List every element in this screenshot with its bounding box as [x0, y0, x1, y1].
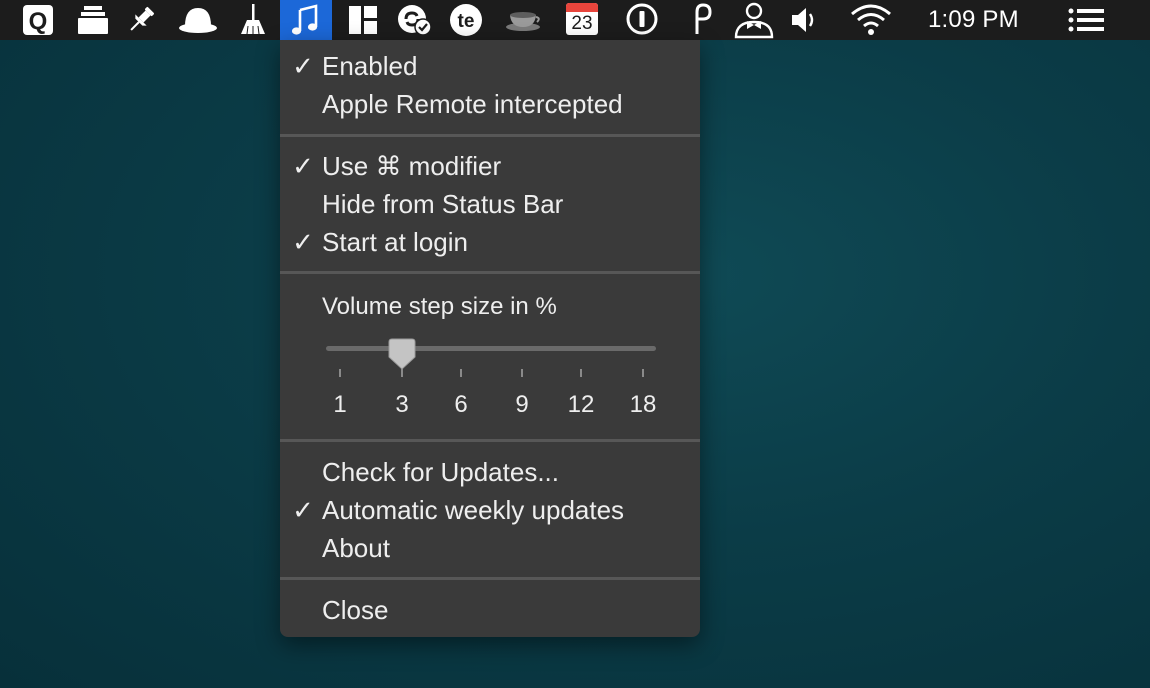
slider-tick	[521, 369, 523, 377]
menu-item-apple-remote[interactable]: Apple Remote intercepted	[280, 85, 700, 123]
broom-icon[interactable]	[236, 0, 270, 40]
menu-item-hide-status-bar[interactable]: Hide from Status Bar	[280, 185, 700, 223]
menu-item-label: Check for Updates...	[322, 457, 559, 487]
checkmark-icon: ✓	[292, 495, 314, 525]
slider-tick-label: 18	[629, 391, 657, 418]
menu-item-label: Apple Remote intercepted	[322, 89, 623, 119]
quicksilver-icon[interactable]: Q	[20, 0, 56, 40]
menu-item-close[interactable]: Close	[280, 591, 700, 629]
menu-bar-clock[interactable]: 1:09 PM	[928, 0, 1019, 40]
menu-item-check-updates[interactable]: Check for Updates...	[280, 453, 700, 491]
layout-icon[interactable]	[345, 0, 381, 40]
pin-icon[interactable]	[124, 0, 158, 40]
slider-tick-label: 6	[454, 391, 468, 418]
info-circle-icon[interactable]	[624, 0, 660, 40]
list-icon[interactable]	[1064, 0, 1108, 40]
menu-item-weekly-updates[interactable]: ✓ Automatic weekly updates	[280, 491, 700, 529]
volume-step-slider-thumb[interactable]	[387, 337, 417, 371]
svg-text:te: te	[458, 11, 475, 32]
checkmark-icon: ✓	[292, 51, 314, 81]
menu-item-use-modifier[interactable]: ✓ Use ⌘ modifier	[280, 147, 700, 185]
calendar-day: 23	[571, 13, 593, 34]
svg-text:Q: Q	[29, 8, 48, 35]
slider-tick	[642, 369, 644, 377]
calendar-icon[interactable]: 23	[564, 0, 600, 40]
menu-item-label: Hide from Status Bar	[322, 189, 564, 219]
slider-tick	[580, 369, 582, 377]
coffee-cup-icon[interactable]	[500, 0, 546, 40]
slider-tick-label: 3	[395, 391, 409, 418]
slider-tick	[460, 369, 462, 377]
menu-separator	[280, 271, 700, 274]
menu-separator	[280, 439, 700, 442]
p-icon[interactable]	[688, 0, 716, 40]
slider-tick-label: 9	[515, 391, 529, 418]
music-note-icon[interactable]	[280, 0, 332, 40]
menu-item-label: Close	[322, 595, 389, 625]
menu-bar: Q te 23 1:09 PM	[0, 0, 1150, 40]
stack-icon[interactable]	[74, 0, 112, 40]
slider-tick	[339, 369, 341, 377]
person-bowtie-icon[interactable]	[730, 0, 778, 40]
sync-check-icon[interactable]	[394, 0, 436, 40]
menu-item-label: Enabled	[322, 51, 418, 81]
menu-item-label: About	[322, 533, 390, 563]
menu-item-label: Automatic weekly updates	[322, 495, 625, 525]
music-dropdown-menu: ✓ Enabled Apple Remote intercepted ✓ Use…	[280, 40, 700, 637]
hat-icon[interactable]	[176, 0, 220, 40]
slider-tick	[401, 369, 403, 377]
checkmark-icon: ✓	[292, 227, 314, 257]
menu-item-about[interactable]: About	[280, 529, 700, 567]
slider-tick-label: 12	[567, 391, 595, 418]
te-icon[interactable]: te	[446, 0, 486, 40]
checkmark-icon: ✓	[292, 151, 314, 181]
volume-step-slider-track[interactable]	[326, 346, 656, 351]
menu-item-start-at-login[interactable]: ✓ Start at login	[280, 223, 700, 261]
slider-tick-label: 1	[333, 391, 347, 418]
volume-step-label: Volume step size in %	[322, 293, 557, 320]
volume-icon[interactable]	[788, 0, 824, 40]
menu-separator	[280, 134, 700, 137]
wifi-icon[interactable]	[848, 0, 894, 40]
menu-separator	[280, 577, 700, 580]
menu-item-label: Start at login	[322, 227, 468, 257]
menu-item-label: Use ⌘ modifier	[322, 151, 502, 181]
menu-item-enabled[interactable]: ✓ Enabled	[280, 47, 700, 85]
